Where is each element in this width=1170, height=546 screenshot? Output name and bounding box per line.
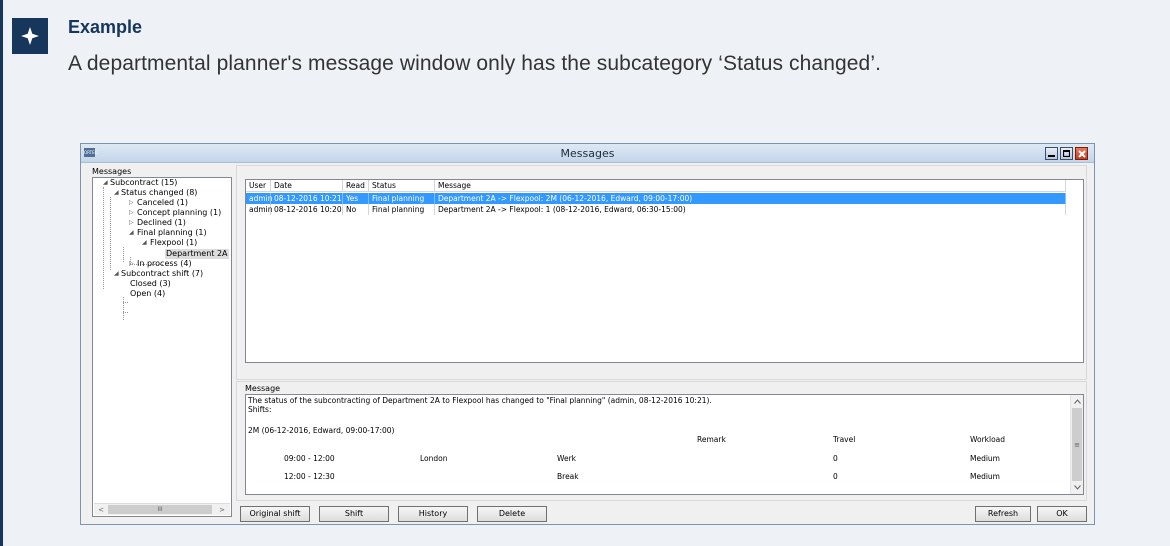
history-button[interactable]: History	[398, 506, 468, 522]
column-header-read[interactable]: Read	[343, 180, 369, 192]
shift-button[interactable]: Shift	[319, 506, 389, 522]
window-title: Messages	[560, 147, 615, 160]
cell-read: No	[343, 204, 369, 215]
tree-item-subcontract[interactable]: Subcontract (15)	[110, 178, 177, 188]
shift-location: London	[420, 454, 448, 463]
minimize-button[interactable]	[1045, 147, 1058, 160]
shift-time: 09:00 - 12:00	[284, 454, 335, 463]
scroll-left-icon[interactable]: <	[95, 504, 107, 515]
tree-guide	[103, 187, 104, 289]
table-row[interactable]: admin 08-12-2016 10:20 No Final planning…	[246, 204, 1066, 215]
message-vertical-scrollbar[interactable]: ≡	[1070, 395, 1083, 494]
tree-label: Messages	[92, 167, 132, 176]
shift-activity: Break	[557, 472, 579, 481]
cell-message: Department 2A -> Flexpool: 2M (06-12-201…	[435, 193, 1066, 204]
messages-grid[interactable]: User Date Read Status Message admin 08-1…	[245, 179, 1084, 363]
cell-user: admin	[246, 204, 273, 215]
tree-item-flexpool[interactable]: Flexpool (1)	[150, 238, 197, 248]
tree-expander[interactable]: ▷	[129, 208, 134, 218]
scroll-thumb[interactable]: III	[108, 505, 212, 514]
tree-expander[interactable]: ◢	[114, 188, 119, 198]
scroll-down-icon[interactable]	[1071, 481, 1083, 493]
messages-window: ORTEC Messages Messages ◢ Subcontract (1…	[80, 143, 1095, 525]
tree-expander[interactable]: ◢	[142, 238, 147, 248]
scroll-thumb[interactable]: ≡	[1072, 408, 1082, 481]
tree-expander[interactable]: ▷	[129, 259, 134, 269]
message-header-travel: Travel	[833, 435, 856, 444]
cell-message: Department 2A -> Flexpool: 1 (08-12-2016…	[435, 204, 1066, 215]
message-line: The status of the subcontracting of Depa…	[248, 396, 712, 405]
message-shift: 2M (06-12-2016, Edward, 09:00-17:00)	[248, 426, 395, 435]
close-icon	[1077, 149, 1086, 158]
grid-header: User Date Read Status Message	[246, 180, 1066, 192]
shift-travel: 0	[833, 472, 838, 481]
message-label: Message	[245, 384, 281, 393]
column-header-message[interactable]: Message	[435, 180, 1066, 192]
column-header-date[interactable]: Date	[271, 180, 343, 192]
message-text-area[interactable]: The status of the subcontracting of Depa…	[245, 394, 1084, 495]
tree-item-declined[interactable]: Declined (1)	[137, 218, 186, 228]
cell-date: 08-12-2016 10:20	[271, 204, 343, 215]
tree-guide	[123, 312, 128, 313]
cell-read: Yes	[343, 193, 369, 204]
column-header-status[interactable]: Status	[369, 180, 435, 192]
shift-activity: Werk	[557, 454, 577, 463]
message-shifts-label: Shifts:	[248, 405, 272, 414]
shift-workload: Medium	[970, 472, 1000, 481]
tree-item-subcontract-shift[interactable]: Subcontract shift (7)	[121, 269, 203, 279]
tree-guide	[123, 247, 124, 262]
tree-horizontal-scrollbar[interactable]: < III >	[94, 503, 230, 515]
cell-user: admin	[246, 193, 273, 204]
maximize-button[interactable]	[1060, 147, 1073, 160]
message-header-remark: Remark	[697, 435, 726, 444]
cell-date: 08-12-2016 10:21	[271, 193, 343, 204]
column-header-user[interactable]: User	[246, 180, 271, 192]
tree-expander[interactable]: ▷	[129, 218, 134, 228]
ok-button[interactable]: OK	[1037, 506, 1087, 522]
callout-title: Example	[68, 17, 143, 37]
shift-time: 12:00 - 12:30	[284, 472, 335, 481]
minimize-icon	[1048, 155, 1055, 157]
scroll-up-icon[interactable]	[1071, 395, 1083, 407]
tree-item-department-2a[interactable]: Department 2A	[165, 249, 229, 259]
tree-expander[interactable]: ◢	[129, 228, 134, 238]
tree-item-concept-planning[interactable]: Concept planning (1)	[137, 208, 221, 218]
tree-guide	[123, 297, 124, 320]
cell-status: Final planning	[369, 204, 435, 215]
callout-accent-bar	[0, 0, 3, 546]
tree-guide	[123, 302, 128, 303]
tree-expander[interactable]: ◢	[114, 269, 119, 279]
tree-expander[interactable]: ◢	[103, 178, 108, 188]
original-shift-button[interactable]: Original shift	[240, 506, 310, 522]
shift-travel: 0	[833, 454, 838, 463]
table-row[interactable]: admin 08-12-2016 10:21 Yes Final plannin…	[246, 193, 1066, 204]
refresh-button[interactable]: Refresh	[975, 506, 1031, 522]
message-header-workload: Workload	[970, 435, 1006, 444]
tree-item-final-planning[interactable]: Final planning (1)	[137, 228, 207, 238]
tree-guide	[110, 197, 111, 270]
tree-item-canceled[interactable]: Canceled (1)	[137, 198, 188, 208]
close-button[interactable]	[1075, 147, 1088, 160]
tree-item-closed[interactable]: Closed (3)	[130, 279, 171, 289]
cell-status: Final planning	[369, 193, 435, 204]
tree-item-open[interactable]: Open (4)	[130, 289, 165, 299]
maximize-icon	[1063, 150, 1070, 157]
callout-text: A departmental planner's message window …	[68, 52, 882, 75]
tree-expander[interactable]: ▷	[129, 198, 134, 208]
delete-button[interactable]: Delete	[477, 506, 547, 522]
tree-item-in-process[interactable]: In process (4)	[137, 259, 192, 269]
scroll-right-icon[interactable]: >	[216, 504, 228, 515]
tree-item-status-changed[interactable]: Status changed (8)	[121, 188, 197, 198]
shift-workload: Medium	[970, 454, 1000, 463]
title-bar[interactable]: ORTEC Messages	[81, 144, 1094, 163]
sparkle-icon	[12, 18, 48, 54]
message-category-tree[interactable]: ◢ Subcontract (15) ◢ Status changed (8) …	[92, 177, 232, 517]
